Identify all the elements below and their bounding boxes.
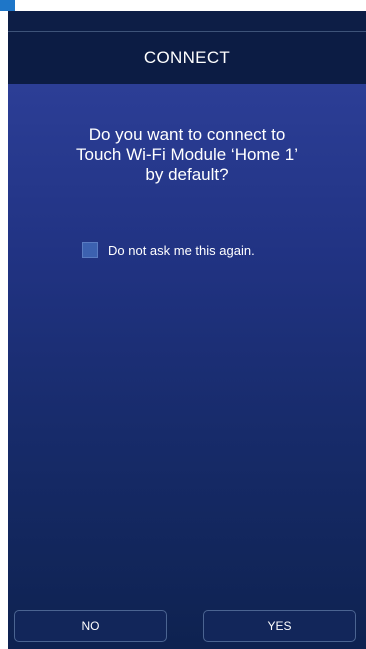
status-bar xyxy=(8,11,366,31)
no-button[interactable]: NO xyxy=(14,610,167,642)
question-text: Do you want to connect to Touch Wi-Fi Mo… xyxy=(8,125,366,185)
yes-button[interactable]: YES xyxy=(203,610,356,642)
corner-tab xyxy=(0,0,15,11)
question-line-3: by default? xyxy=(145,165,229,184)
question-line-1: Do you want to connect to xyxy=(88,125,286,144)
dont-ask-again-row[interactable]: Do not ask me this again. xyxy=(82,241,255,259)
question-line-2: Touch Wi-Fi Module ‘Home 1’ xyxy=(75,145,298,164)
dont-ask-again-label[interactable]: Do not ask me this again. xyxy=(108,243,255,258)
dont-ask-again-checkbox[interactable] xyxy=(82,242,98,258)
header-bar: CONNECT xyxy=(8,31,366,84)
screen: CONNECT Do you want to connect to Touch … xyxy=(0,0,366,649)
page-title: CONNECT xyxy=(143,48,231,67)
dialog-content: Do you want to connect to Touch Wi-Fi Mo… xyxy=(8,84,366,649)
device-frame: CONNECT Do you want to connect to Touch … xyxy=(8,11,366,649)
